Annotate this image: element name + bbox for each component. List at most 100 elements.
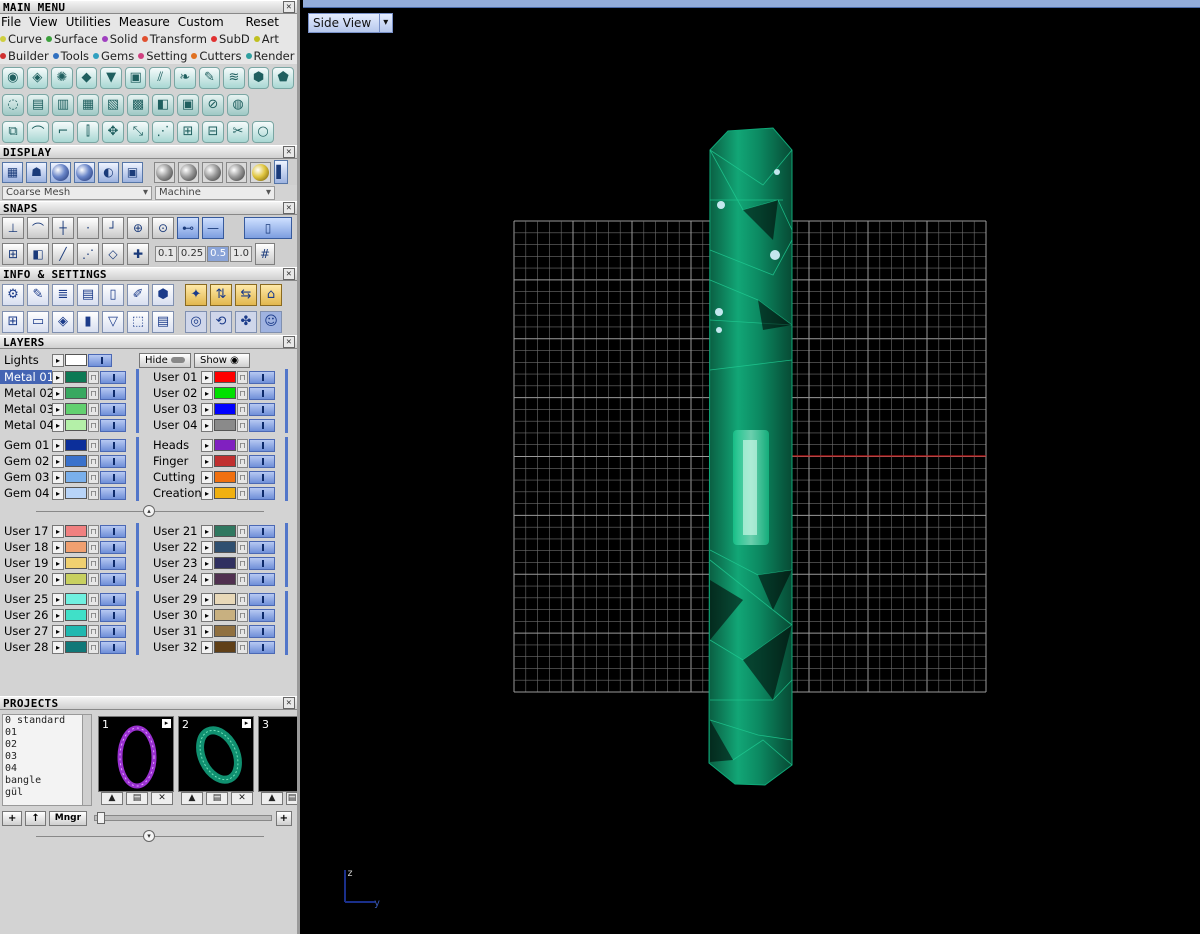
- slot-arrow-icon[interactable]: ▸: [162, 719, 171, 728]
- arrow-icon[interactable]: ▸: [201, 592, 213, 606]
- layer-row[interactable]: User 01 ▸ ⊓: [149, 369, 275, 385]
- properties-icon[interactable]: ▤: [152, 310, 174, 333]
- layer-visibility-toggle[interactable]: [249, 592, 275, 606]
- wire-sphere-icon[interactable]: [226, 161, 247, 183]
- layer-color-swatch[interactable]: [214, 471, 236, 483]
- layer-row[interactable]: User 23 ▸ ⊓: [149, 555, 275, 571]
- layer-name[interactable]: User 30: [149, 608, 201, 622]
- layer-color-swatch[interactable]: [65, 371, 87, 383]
- arrow-icon[interactable]: ▸: [52, 486, 64, 500]
- add-slot-button[interactable]: +: [275, 810, 292, 826]
- mesh-select[interactable]: Coarse Mesh: [2, 185, 152, 200]
- split-icon[interactable]: ⫿: [77, 120, 99, 143]
- scroll-icon[interactable]: ▥: [52, 93, 74, 116]
- snap-line-icon[interactable]: —: [202, 217, 224, 239]
- layer-color-swatch[interactable]: [214, 641, 236, 653]
- book-icon[interactable]: ▮: [77, 310, 99, 333]
- lock-icon[interactable]: ⊓: [88, 556, 99, 570]
- layer-row[interactable]: User 29 ▸ ⊓: [149, 591, 275, 607]
- arrow-icon[interactable]: ▸: [201, 556, 213, 570]
- layer-color-swatch[interactable]: [65, 641, 87, 653]
- lock-icon[interactable]: ⊓: [237, 540, 248, 554]
- gold-sphere-icon[interactable]: [250, 161, 271, 183]
- layer-name[interactable]: Metal 04: [0, 418, 52, 432]
- metal-sphere-icon[interactable]: [154, 161, 175, 183]
- layer-name[interactable]: Gem 02: [0, 454, 52, 468]
- arc-icon[interactable]: ⌒: [27, 120, 49, 143]
- layer-row[interactable]: Creation ▸ ⊓: [149, 485, 275, 501]
- arrow-icon[interactable]: ▸: [52, 592, 64, 606]
- layer-visibility-toggle[interactable]: [249, 402, 275, 416]
- snap-value-1-0[interactable]: 1.0: [230, 246, 252, 262]
- layer-visibility-toggle[interactable]: [249, 540, 275, 554]
- lock-icon[interactable]: ⊓: [237, 624, 248, 638]
- collapse-knob-icon[interactable]: ▾: [143, 830, 155, 842]
- layer-color-swatch[interactable]: [65, 403, 87, 415]
- manager-button[interactable]: Mngr: [48, 810, 88, 826]
- snap-mid-icon[interactable]: ⊷: [177, 217, 199, 239]
- project-slot-3[interactable]: 3: [258, 716, 297, 792]
- layer-visibility-toggle[interactable]: [100, 524, 126, 538]
- box-icon[interactable]: ◈: [52, 310, 74, 333]
- layer-name[interactable]: User 27: [0, 624, 52, 638]
- slot-arrow-icon[interactable]: ▸: [242, 719, 251, 728]
- wireframe-icon[interactable]: ▦: [2, 161, 23, 183]
- project-list-item[interactable]: 03: [5, 751, 91, 763]
- selection-icon[interactable]: ⬚: [127, 310, 149, 333]
- layer-visibility-toggle[interactable]: [249, 572, 275, 586]
- snap-box-icon[interactable]: ◧: [27, 243, 49, 265]
- layer-row[interactable]: User 21 ▸ ⊓: [149, 523, 275, 539]
- lock-icon[interactable]: ⊓: [237, 524, 248, 538]
- material-cube-icon[interactable]: ⬢: [152, 283, 174, 306]
- lock-icon[interactable]: ⊓: [237, 402, 248, 416]
- lock-icon[interactable]: ⊓: [237, 608, 248, 622]
- layer-row[interactable]: Heads ▸ ⊓: [149, 437, 275, 453]
- lock-icon[interactable]: ⊓: [88, 524, 99, 538]
- snap-vertex-icon[interactable]: ✚: [127, 243, 149, 265]
- film-icon[interactable]: ▤: [27, 93, 49, 116]
- layer-name[interactable]: User 25: [0, 592, 52, 606]
- layer-color-swatch[interactable]: [214, 387, 236, 399]
- lock-icon[interactable]: ⊓: [237, 418, 248, 432]
- layer-row[interactable]: User 20 ▸ ⊓: [0, 571, 126, 587]
- close-icon[interactable]: ✕: [283, 336, 295, 348]
- diamond-icon[interactable]: ◆: [75, 66, 98, 89]
- layer-visibility-toggle[interactable]: [100, 470, 126, 484]
- snap-plane-icon[interactable]: ⊞: [2, 243, 24, 265]
- save-icon[interactable]: ▣: [177, 93, 199, 116]
- layer-color-swatch[interactable]: [65, 487, 87, 499]
- layer-name[interactable]: Gem 04: [0, 486, 52, 500]
- shaded-icon[interactable]: [50, 161, 71, 183]
- layer-row[interactable]: User 24 ▸ ⊓: [149, 571, 275, 587]
- load-icon[interactable]: ▲: [101, 792, 123, 805]
- layer-color-swatch[interactable]: [214, 439, 236, 451]
- layer-name[interactable]: User 20: [0, 572, 52, 586]
- project-list-item[interactable]: 04: [5, 763, 91, 775]
- layer-name[interactable]: Finger: [149, 454, 201, 468]
- layer-visibility-toggle[interactable]: [100, 640, 126, 654]
- layer-color-swatch[interactable]: [65, 419, 87, 431]
- arrow-icon[interactable]: ▸: [52, 370, 64, 384]
- layer-name[interactable]: User 04: [149, 418, 201, 432]
- layer-row[interactable]: User 04 ▸ ⊓: [149, 417, 275, 433]
- layer-row[interactable]: User 18 ▸ ⊓: [0, 539, 126, 555]
- category-solid[interactable]: Solid: [101, 32, 138, 46]
- join-icon[interactable]: ⊞: [177, 120, 199, 143]
- layer-row[interactable]: Gem 01 ▸ ⊓: [0, 437, 126, 453]
- layer-visibility-toggle[interactable]: [249, 486, 275, 500]
- layer-row[interactable]: Metal 02 ▸ ⊓: [0, 385, 126, 401]
- builder-icon[interactable]: ◉: [2, 66, 24, 89]
- lock-icon[interactable]: ⊓: [237, 556, 248, 570]
- arrow-icon[interactable]: ▸: [201, 572, 213, 586]
- layer-visibility-toggle[interactable]: [100, 486, 126, 500]
- layer-name[interactable]: Gem 01: [0, 438, 52, 452]
- wrap-icon[interactable]: ◧: [152, 93, 174, 116]
- layer-row[interactable]: User 30 ▸ ⊓: [149, 607, 275, 623]
- tag-icon[interactable]: ⊘: [202, 93, 224, 116]
- layer-row[interactable]: User 02 ▸ ⊓: [149, 385, 275, 401]
- arrow-icon[interactable]: ▸: [201, 524, 213, 538]
- snap-value-0-5[interactable]: 0.5: [207, 246, 230, 262]
- project-list-item[interactable]: bangle: [5, 775, 91, 787]
- figure-icon[interactable]: ☗: [26, 161, 47, 183]
- layer-visibility-toggle[interactable]: [100, 386, 126, 400]
